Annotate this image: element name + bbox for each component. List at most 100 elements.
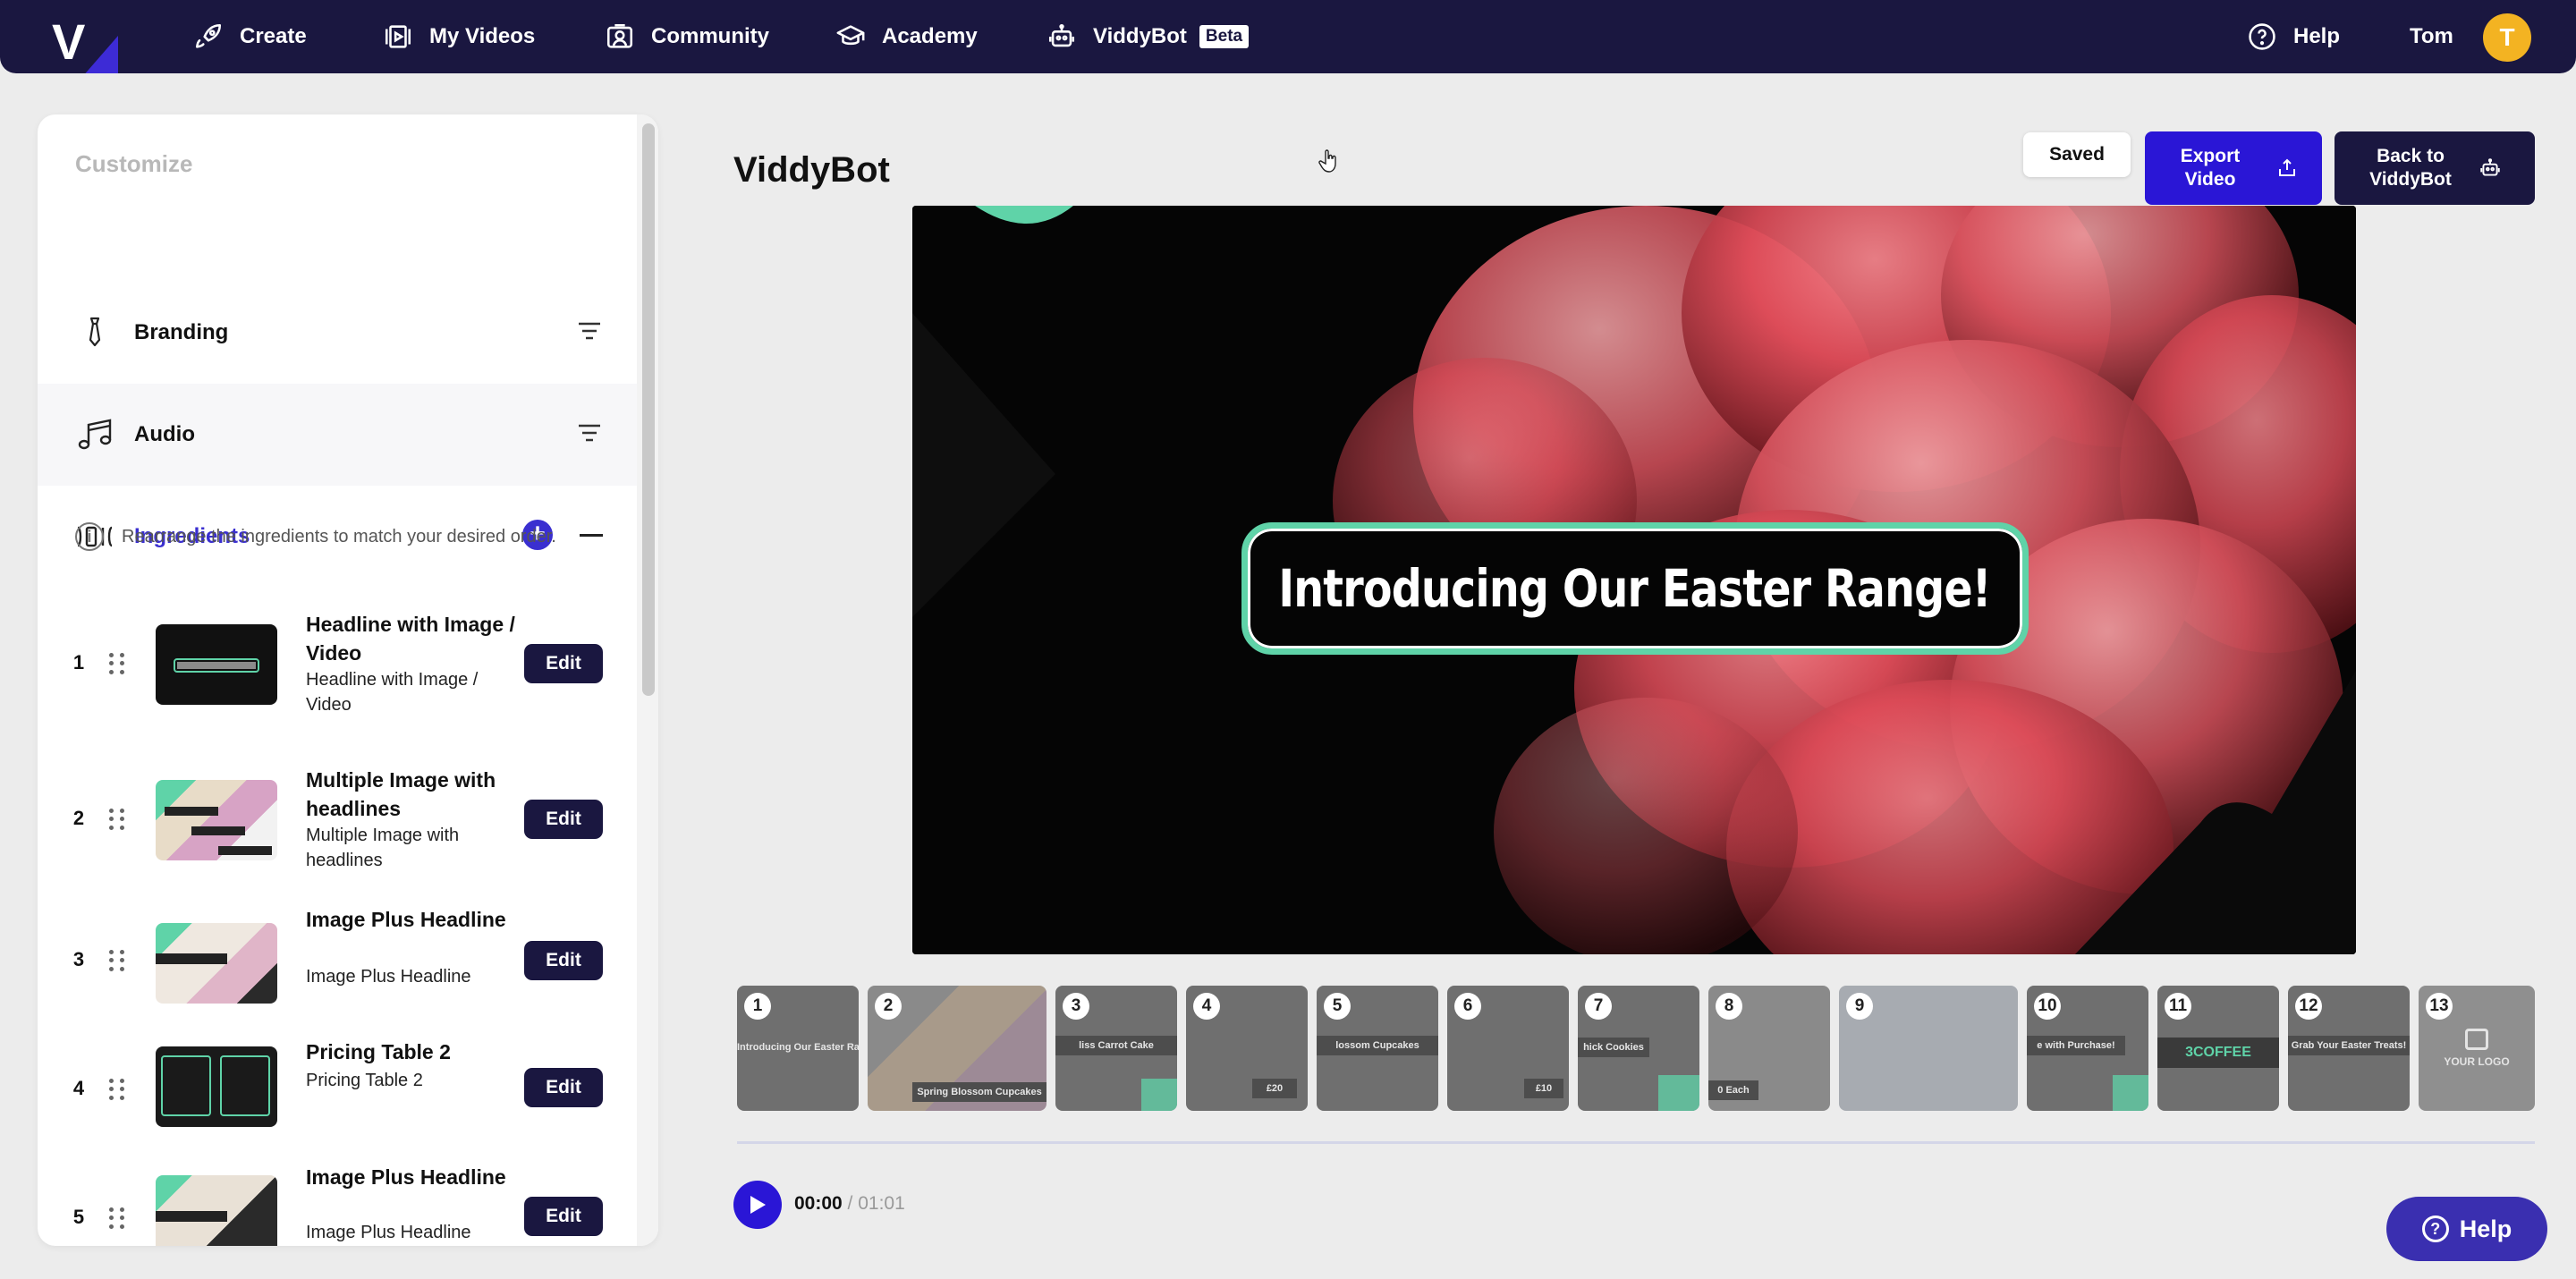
robot-icon (2480, 158, 2500, 176)
ingredient-number: 3 (72, 948, 85, 970)
ingredient-row[interactable]: 2 Multiple Image with headlines Multiple… (38, 753, 637, 887)
timeline-frame[interactable]: 5 lossom Cupcakes (1317, 986, 1438, 1111)
drag-handle-icon[interactable] (109, 653, 127, 674)
timeline-frame[interactable]: 1 Introducing Our Easter Range! (737, 986, 859, 1111)
ingredient-thumbnail (156, 923, 277, 1004)
hand-cursor-icon (1318, 149, 1336, 173)
user-name[interactable]: Tom (2410, 0, 2453, 73)
scene-timeline: 1 Introducing Our Easter Range! 2 Spring… (737, 986, 2535, 1111)
ingredient-subtitle: Multiple Image with headlines (306, 826, 460, 870)
timeline-frame-number: 5 (1324, 993, 1351, 1020)
timeline-frame-number: 4 (1193, 993, 1220, 1020)
nav-my-videos-label: My Videos (429, 24, 536, 48)
nav-help[interactable]: Help (2247, 0, 2340, 73)
preview-headline-box[interactable]: Introducing Our Easter Range! (1241, 522, 2029, 655)
timeline-frame[interactable]: 2 Spring Blossom Cupcakes (868, 986, 1046, 1111)
timeline-frame[interactable]: 12 Grab Your Easter Treats! (2288, 986, 2410, 1111)
timeline-frame-caption: Grab Your Easter Treats! (2288, 1036, 2410, 1055)
customize-panel: Customize Branding Audio Ingredients + i… (38, 114, 658, 1246)
ingredient-row[interactable]: 1 Headline with Image / Video Headline w… (38, 597, 637, 732)
preview-headline-text: Introducing Our Easter Range! (1278, 558, 1992, 619)
timeline-frame-caption: e with Purchase! (2027, 1036, 2125, 1055)
nav-viddybot[interactable]: ViddyBot Beta (1046, 0, 1250, 73)
rocket-icon (195, 23, 222, 48)
ingredient-title: Multiple Image with headlines (306, 768, 496, 820)
ingredient-row[interactable]: 4 Pricing Table 2 Pricing Table 2 Edit (38, 1034, 637, 1168)
timeline-frame-caption: 0 Each (1708, 1080, 1758, 1100)
timeline-frame-number: 1 (744, 993, 771, 1020)
ingredient-row[interactable]: 3 Image Plus Headline Image Plus Headlin… (38, 896, 637, 1030)
timeline-frame[interactable]: 8 0 Each (1708, 986, 1830, 1111)
viddyoze-logo[interactable]: V (47, 11, 120, 73)
info-icon: i (75, 522, 104, 551)
edit-ingredient-button[interactable]: Edit (524, 1068, 603, 1107)
ingredient-row[interactable]: 5 Image Plus Headline Image Plus Headlin… (38, 1161, 637, 1246)
community-icon (606, 23, 633, 48)
export-video-label: Export Video (2180, 146, 2241, 190)
help-question-icon: ? (2421, 1215, 2449, 1242)
timeline-frame[interactable]: 9 (1839, 986, 2018, 1111)
ingredient-title: Pricing Table 2 (306, 1040, 451, 1063)
music-note-icon (75, 415, 114, 454)
section-audio-label: Audio (134, 422, 195, 446)
edit-ingredient-button[interactable]: Edit (524, 941, 603, 980)
ingredient-subtitle: Headline with Image / Video (306, 670, 479, 715)
section-audio[interactable]: Audio (38, 384, 637, 486)
section-branding[interactable]: Branding (38, 282, 637, 384)
top-navigation: V Create My Videos Community Academy Vid… (0, 0, 2576, 73)
help-circle-icon (2249, 23, 2275, 50)
timeline-frame-number: 8 (1716, 993, 1742, 1020)
timeline-scrubber[interactable] (737, 1141, 2535, 1144)
drag-handle-icon[interactable] (109, 809, 127, 830)
drag-handle-icon[interactable] (109, 1079, 127, 1100)
drag-handle-icon[interactable] (109, 950, 127, 971)
filter-icon[interactable] (578, 321, 601, 341)
timeline-frame[interactable]: 7 hick Cookies (1578, 986, 1699, 1111)
playback-time: 00:00 / 01:01 (794, 1193, 905, 1215)
panel-scrollbar-thumb[interactable] (642, 123, 655, 696)
user-name-label: Tom (2410, 24, 2453, 48)
ingredient-subtitle: Image Plus Headline (306, 1223, 471, 1242)
play-button[interactable] (733, 1181, 782, 1229)
timeline-frame[interactable]: 11 3COFFEE (2157, 986, 2279, 1111)
timeline-frame[interactable]: 10 e with Purchase! (2027, 986, 2148, 1111)
timeline-frame-number: 6 (1454, 993, 1481, 1020)
help-chat-label: Help (2459, 1215, 2512, 1242)
ingredient-thumbnail (156, 624, 277, 705)
timeline-frame-number: 11 (2165, 993, 2191, 1020)
timeline-frame-number: 2 (875, 993, 902, 1020)
timeline-frame-number: 7 (1585, 993, 1612, 1020)
nav-academy[interactable]: Academy (835, 0, 978, 73)
nav-community[interactable]: Community (605, 0, 769, 73)
play-icon (750, 1196, 766, 1214)
ingredients-info: i Rearrange the ingredients to match you… (75, 522, 556, 551)
saved-button[interactable]: Saved (2023, 132, 2131, 177)
nav-community-label: Community (651, 24, 769, 48)
edit-ingredient-button[interactable]: Edit (524, 800, 603, 839)
edit-ingredient-button[interactable]: Edit (524, 644, 603, 683)
filter-icon[interactable] (578, 423, 601, 443)
timeline-frame[interactable]: 6 £10 (1447, 986, 1569, 1111)
panel-scrollbar[interactable] (637, 114, 658, 1246)
help-chat-button[interactable]: ? Help (2386, 1197, 2547, 1261)
section-branding-label: Branding (134, 320, 229, 344)
timeline-frame[interactable]: 3 liss Carrot Cake (1055, 986, 1177, 1111)
collapse-ingredients-button[interactable] (580, 534, 603, 537)
nav-my-videos[interactable]: My Videos (383, 0, 535, 73)
timeline-frame-caption: £10 (1524, 1079, 1563, 1098)
ingredient-thumbnail (156, 1046, 277, 1127)
back-to-viddybot-button[interactable]: Back to ViddyBot (2334, 131, 2535, 205)
edit-ingredient-button[interactable]: Edit (524, 1197, 603, 1236)
export-video-button[interactable]: Export Video (2145, 131, 2322, 205)
drag-handle-icon[interactable] (109, 1207, 127, 1229)
timeline-frame[interactable]: 13 YOUR LOGO (2419, 986, 2535, 1111)
graduation-cap-icon (836, 25, 865, 46)
timeline-frame-number: 10 (2034, 993, 2061, 1020)
nav-help-label: Help (2293, 24, 2341, 48)
timeline-frame[interactable]: 4 £20 (1186, 986, 1308, 1111)
ingredient-title: Image Plus Headline (306, 908, 506, 931)
timeline-frame-caption: liss Carrot Cake (1055, 1036, 1177, 1055)
avatar[interactable]: T (2483, 13, 2531, 62)
timeline-frame-caption: YOUR LOGO (2444, 1055, 2510, 1068)
nav-create[interactable]: Create (193, 0, 307, 73)
